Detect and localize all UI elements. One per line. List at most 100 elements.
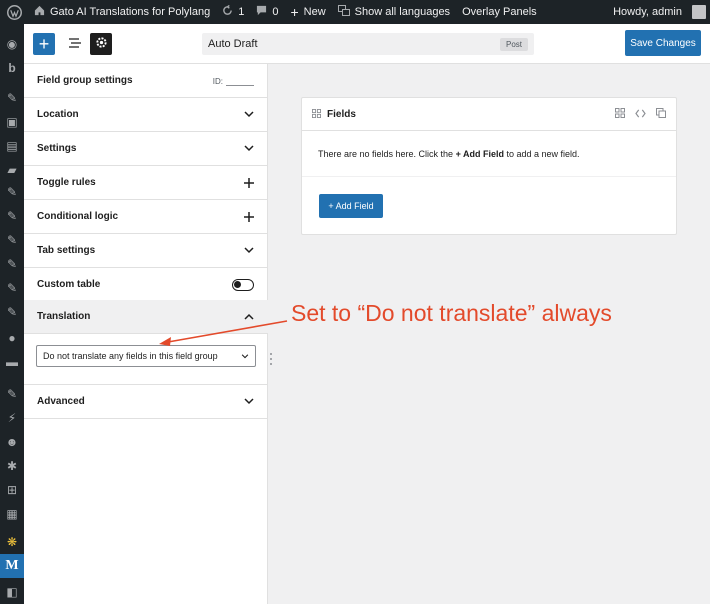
site-name-link[interactable]: Gato AI Translations for Polylang bbox=[28, 0, 216, 24]
new-label: New bbox=[303, 6, 326, 18]
settings-menu-icon[interactable]: ⊞ bbox=[0, 478, 24, 502]
collapse-icon[interactable]: ◧ bbox=[0, 580, 24, 604]
admin-bar: Gato AI Translations for Polylang 1 0 + … bbox=[0, 0, 710, 24]
panel-location[interactable]: Location bbox=[24, 98, 268, 132]
list-view-button[interactable] bbox=[64, 33, 86, 55]
panel-settings[interactable]: Settings bbox=[24, 132, 268, 166]
chevron-down-icon bbox=[241, 351, 249, 361]
document-title-text: Auto Draft bbox=[208, 38, 258, 50]
panel-label: Conditional logic bbox=[37, 211, 119, 222]
folder-icon[interactable]: ▬ bbox=[0, 350, 24, 374]
panel-custom-table: Custom table bbox=[24, 268, 268, 302]
code-icon[interactable] bbox=[635, 107, 646, 121]
panel-advanced[interactable]: Advanced bbox=[24, 385, 268, 419]
pin-icon[interactable]: ✎ bbox=[0, 180, 24, 204]
pin-icon[interactable]: ✎ bbox=[0, 382, 24, 406]
site-name: Gato AI Translations for Polylang bbox=[50, 6, 211, 18]
plus-icon bbox=[244, 177, 254, 188]
id-field[interactable]: ID: bbox=[213, 76, 254, 86]
id-label: ID: bbox=[212, 76, 223, 86]
pin-icon[interactable]: ✎ bbox=[0, 204, 24, 228]
save-changes-button[interactable]: Save Changes bbox=[625, 30, 701, 56]
empty-fields-message: There are no fields here. Click the + Ad… bbox=[318, 149, 580, 159]
post-type-badge: Post bbox=[499, 37, 528, 51]
overlay-label: Overlay Panels bbox=[462, 6, 537, 18]
panel-label: Settings bbox=[37, 143, 77, 154]
pin-icon[interactable]: ✎ bbox=[0, 252, 24, 276]
chevron-down-icon bbox=[244, 398, 254, 405]
languages-label: Show all languages bbox=[354, 6, 451, 18]
updates-link[interactable]: 1 bbox=[216, 0, 250, 24]
translation-mode-select[interactable]: Do not translate any fields in this fiel… bbox=[36, 345, 256, 367]
sidebar-title: Field group settings bbox=[37, 75, 133, 86]
field-group-settings-header: Field group settings ID: bbox=[24, 64, 268, 98]
panel-label: Tab settings bbox=[37, 245, 96, 256]
panel-label: Advanced bbox=[37, 396, 85, 407]
custom-table-toggle[interactable] bbox=[232, 278, 254, 291]
pin-icon[interactable]: ✎ bbox=[0, 228, 24, 252]
dashboard-icon[interactable]: ◉ bbox=[0, 32, 24, 56]
chevron-down-icon bbox=[244, 145, 254, 152]
comments-link[interactable]: 0 bbox=[250, 0, 284, 24]
plugins-icon[interactable]: ⚡ bbox=[0, 406, 24, 430]
builder-icon[interactable]: b bbox=[0, 56, 24, 80]
grid-icon[interactable]: ▦ bbox=[0, 502, 24, 526]
field-group-settings-sidebar: Field group settings ID: Location Settin… bbox=[24, 64, 268, 604]
posts-pin-icon[interactable]: ✎ bbox=[0, 86, 24, 110]
updates-icon bbox=[222, 4, 233, 19]
settings-toggle-button[interactable] bbox=[90, 33, 112, 55]
meta-box-icon[interactable]: M bbox=[0, 554, 24, 578]
panel-toggle-rules[interactable]: Toggle rules bbox=[24, 166, 268, 200]
pages-icon[interactable]: ▤ bbox=[0, 134, 24, 158]
greeting: Howdy, admin bbox=[613, 6, 682, 18]
card-divider bbox=[302, 176, 676, 177]
chevron-down-icon bbox=[244, 111, 254, 118]
translate-icon[interactable]: ❋ bbox=[0, 530, 24, 554]
list-view-icon bbox=[68, 37, 82, 52]
panel-translation[interactable]: Translation bbox=[24, 300, 268, 334]
tools-icon[interactable]: ✱ bbox=[0, 454, 24, 478]
comment-icon bbox=[256, 5, 267, 19]
fields-card-title: Fields bbox=[327, 108, 356, 120]
comments-menu-icon[interactable]: ▰ bbox=[0, 158, 24, 182]
plus-icon: + bbox=[38, 34, 50, 54]
fields-card: Fields There are no fields here. Click t… bbox=[301, 97, 677, 235]
circle-icon[interactable]: ● bbox=[0, 326, 24, 350]
wordpress-logo-icon[interactable] bbox=[0, 0, 28, 24]
grid-view-icon[interactable] bbox=[615, 107, 625, 121]
empty-prefix: There are no fields here. Click the bbox=[318, 149, 456, 159]
new-content-link[interactable]: + New bbox=[284, 0, 331, 24]
users-icon[interactable]: ☻ bbox=[0, 430, 24, 454]
plus-icon: + bbox=[290, 4, 299, 20]
avatar bbox=[692, 5, 706, 19]
admin-menu: ◉ b ✎ ▣ ▤ ▰ ✎ ✎ ✎ ✎ ✎ ✎ ● ▬ ✎ ⚡ ☻ ✱ ⊞ ▦ … bbox=[0, 24, 24, 604]
add-block-button[interactable]: + bbox=[33, 33, 55, 55]
id-input[interactable] bbox=[226, 76, 254, 86]
toggle-switch[interactable] bbox=[232, 278, 254, 291]
toggle-knob bbox=[234, 280, 241, 288]
empty-link-text: + Add Field bbox=[455, 149, 504, 159]
chevron-down-icon bbox=[244, 247, 254, 254]
comments-count: 0 bbox=[272, 6, 279, 18]
copy-icon[interactable] bbox=[656, 107, 666, 121]
panel-label: Toggle rules bbox=[37, 177, 96, 188]
panel-label: Translation bbox=[37, 311, 91, 322]
editor-toolbar: + Auto Draft Post Save Changes bbox=[24, 24, 710, 64]
gear-icon bbox=[95, 36, 108, 52]
panel-label: Location bbox=[37, 109, 79, 120]
pin-icon[interactable]: ✎ bbox=[0, 276, 24, 300]
sidebar-resize-handle[interactable] bbox=[268, 352, 274, 366]
panel-conditional-logic[interactable]: Conditional logic bbox=[24, 200, 268, 234]
fields-card-header: Fields bbox=[302, 98, 676, 131]
chevron-up-icon bbox=[244, 313, 254, 320]
panel-tab-settings[interactable]: Tab settings bbox=[24, 234, 268, 268]
media-icon[interactable]: ▣ bbox=[0, 110, 24, 134]
home-icon bbox=[34, 5, 45, 19]
add-field-button[interactable]: + Add Field bbox=[319, 194, 383, 218]
document-title[interactable]: Auto Draft Post bbox=[202, 33, 534, 55]
overlay-panels-link[interactable]: Overlay Panels bbox=[456, 0, 543, 24]
pin-icon[interactable]: ✎ bbox=[0, 300, 24, 324]
translation-mode-value: Do not translate any fields in this fiel… bbox=[43, 351, 218, 361]
languages-link[interactable]: Show all languages bbox=[332, 0, 456, 24]
account-menu[interactable]: Howdy, admin bbox=[607, 0, 710, 24]
